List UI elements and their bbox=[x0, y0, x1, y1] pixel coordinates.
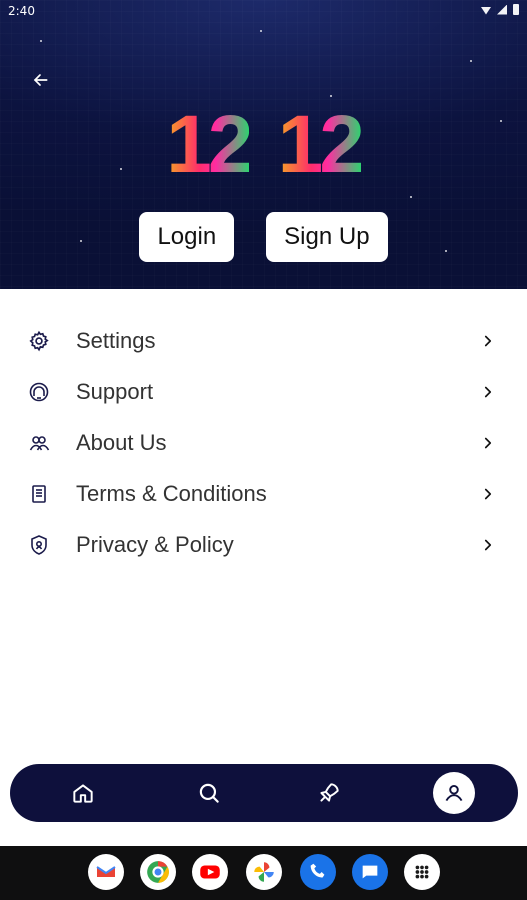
menu-label: Settings bbox=[76, 327, 156, 353]
menu-label: About Us bbox=[76, 429, 167, 455]
gear-icon bbox=[26, 328, 52, 354]
chevron-right-icon bbox=[479, 383, 497, 401]
phone-icon bbox=[310, 863, 325, 878]
support-icon bbox=[26, 379, 52, 405]
chrome-app[interactable] bbox=[140, 854, 176, 890]
nav-home-button[interactable] bbox=[62, 772, 104, 814]
arrow-left-icon bbox=[34, 74, 48, 86]
nav-search-button[interactable] bbox=[188, 772, 230, 814]
menu-item-settings[interactable]: Settings bbox=[0, 315, 527, 366]
messages-icon bbox=[362, 865, 378, 879]
status-icons bbox=[481, 4, 519, 15]
photos-icon bbox=[254, 862, 274, 882]
shield-icon bbox=[26, 532, 52, 558]
logo-right: 12 bbox=[277, 99, 365, 190]
messages-app[interactable] bbox=[352, 854, 388, 890]
menu-item-privacy[interactable]: Privacy & Policy bbox=[0, 519, 527, 570]
star bbox=[330, 95, 332, 97]
menu-item-support[interactable]: Support bbox=[0, 366, 527, 417]
top-banner: 2:40 12 12 Login Sign Up bbox=[0, 0, 527, 289]
menu-label: Support bbox=[76, 378, 154, 404]
gmail-app[interactable] bbox=[88, 854, 124, 890]
logo-left: 12 bbox=[166, 99, 253, 190]
nav-profile-button[interactable] bbox=[433, 772, 475, 814]
grid-dots-icon bbox=[415, 865, 429, 879]
youtube-icon bbox=[200, 865, 220, 879]
signup-button[interactable]: Sign Up bbox=[266, 212, 388, 262]
star bbox=[410, 196, 412, 198]
menu-item-about-us[interactable]: About Us bbox=[0, 417, 527, 468]
settings-menu: Settings Support About Us Terms & Condit… bbox=[0, 315, 527, 570]
chevron-right-icon bbox=[479, 332, 497, 350]
menu-item-terms[interactable]: Terms & Conditions bbox=[0, 468, 527, 519]
nav-rocket-button[interactable] bbox=[308, 772, 350, 814]
home-icon bbox=[73, 784, 93, 803]
star bbox=[470, 60, 472, 62]
profile-icon bbox=[445, 784, 463, 802]
rocket-icon bbox=[320, 783, 339, 802]
login-button[interactable]: Login bbox=[139, 212, 235, 262]
phone-app[interactable] bbox=[300, 854, 336, 890]
bottom-navigation bbox=[10, 764, 518, 822]
menu-label: Terms & Conditions bbox=[76, 480, 267, 506]
search-icon bbox=[199, 783, 219, 803]
star bbox=[260, 30, 262, 32]
chevron-right-icon bbox=[479, 434, 497, 452]
gmail-icon bbox=[96, 866, 116, 877]
chrome-icon bbox=[147, 861, 169, 883]
status-time: 2:40 bbox=[8, 4, 35, 18]
back-button[interactable] bbox=[28, 68, 52, 92]
wifi-icon bbox=[481, 7, 491, 15]
menu-label: Privacy & Policy bbox=[76, 531, 234, 557]
chevron-right-icon bbox=[479, 485, 497, 503]
signal-icon bbox=[497, 4, 507, 15]
youtube-app[interactable] bbox=[192, 854, 228, 890]
chevron-right-icon bbox=[479, 536, 497, 554]
photos-app[interactable] bbox=[246, 854, 282, 890]
battery-icon bbox=[513, 4, 519, 15]
app-drawer[interactable] bbox=[404, 854, 440, 890]
star bbox=[40, 40, 42, 42]
auth-actions: Login Sign Up bbox=[0, 212, 527, 262]
app-logo: 12 12 bbox=[0, 98, 527, 192]
system-dock bbox=[0, 846, 527, 900]
document-icon bbox=[26, 481, 52, 507]
users-icon bbox=[26, 430, 52, 456]
